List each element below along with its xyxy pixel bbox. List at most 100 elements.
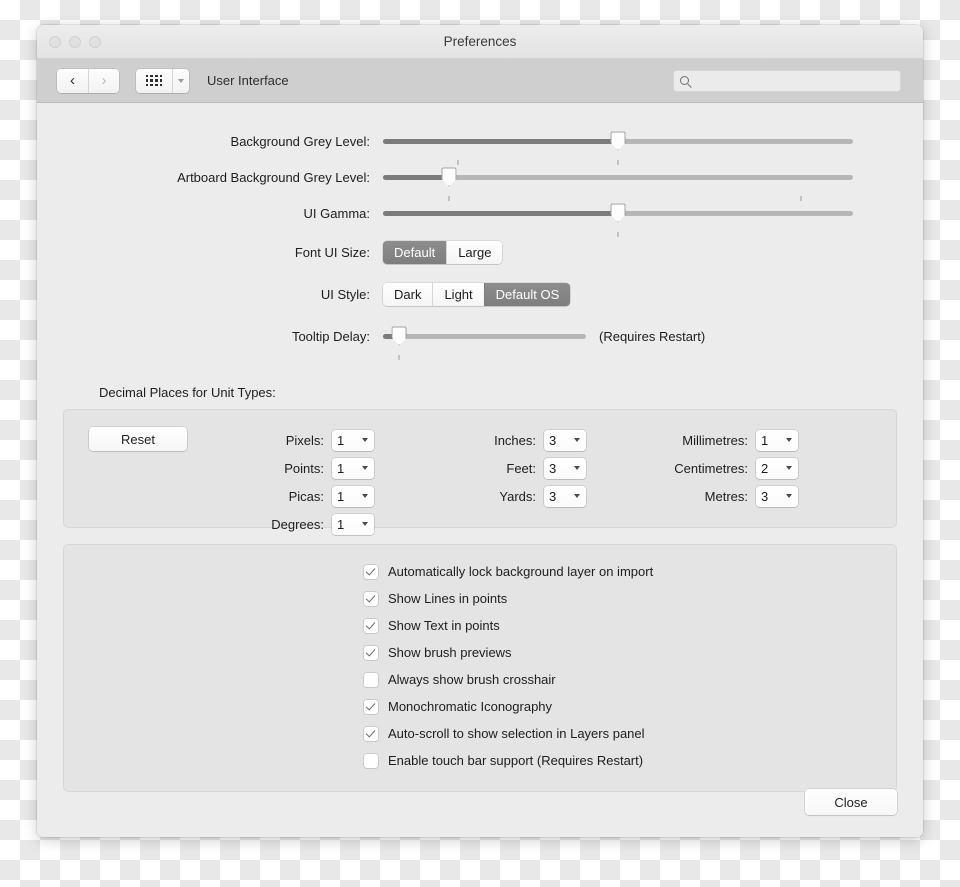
search-input[interactable]: [694, 73, 894, 88]
slider-fill: [383, 138, 618, 144]
checkbox-row-monochromatic-iconography[interactable]: Monochromatic Iconography: [364, 693, 896, 720]
slider-thumb[interactable]: [610, 203, 626, 223]
forward-button[interactable]: ›: [88, 68, 119, 93]
unit-row-millimetres: Millimetres: 1: [638, 426, 850, 454]
label-metres: Metres:: [704, 488, 748, 504]
slider-track[interactable]: [383, 167, 853, 201]
grid-view-button[interactable]: [136, 68, 172, 93]
checkbox-show-lines-in-points[interactable]: [364, 591, 378, 606]
slider-track[interactable]: [383, 131, 853, 165]
segment-style-light[interactable]: Light: [432, 282, 484, 306]
label-yards: Yards:: [499, 488, 536, 504]
checkbox-show-brush-previews[interactable]: [364, 645, 378, 660]
slider-tick: [800, 195, 802, 201]
select-picas-value: 1: [337, 488, 345, 504]
preferences-content: Background Grey Level: Artboard Backgrou…: [37, 103, 923, 837]
unit-columns: Pixels: 1 Points: 1 Picas: 1 Degrees: 1 …: [64, 426, 896, 538]
unit-row-picas: Picas: 1: [214, 482, 426, 510]
slider-tooltip-delay[interactable]: [383, 325, 586, 360]
slider-background-grey-level[interactable]: [383, 130, 853, 165]
search-field[interactable]: [673, 69, 901, 92]
slider-thumb[interactable]: [610, 131, 626, 151]
label-pixels: Pixels:: [285, 432, 324, 448]
unit-row-pixels: Pixels: 1: [214, 426, 426, 454]
select-metres[interactable]: 3: [756, 485, 798, 507]
chevron-right-icon: ›: [101, 72, 107, 89]
segment-font-large[interactable]: Large: [446, 240, 503, 264]
segmented-font-ui-size: Default Large: [383, 240, 503, 264]
row-tooltip-delay: Tooltip Delay: (Requires Restart): [63, 315, 897, 360]
select-feet[interactable]: 3: [544, 457, 586, 479]
checkbox-label: Always show brush crosshair: [388, 672, 556, 687]
checkbox-row-show-text-in-points[interactable]: Show Text in points: [364, 612, 896, 639]
chevron-down-icon: [786, 466, 792, 470]
reset-button[interactable]: Reset: [89, 427, 187, 451]
label-inches: Inches:: [494, 432, 536, 448]
select-millimetres-value: 1: [761, 432, 769, 448]
chevron-down-icon: [362, 522, 368, 526]
checkbox-always-show-brush-crosshair[interactable]: [364, 672, 378, 687]
label-picas: Picas:: [288, 488, 324, 504]
slider-ui-gamma[interactable]: [383, 202, 853, 237]
select-inches[interactable]: 3: [544, 429, 586, 451]
unit-column-3: Millimetres: 1 Centimetres: 2 Metres: 3: [638, 426, 850, 538]
checkbox-row-always-show-brush-crosshair[interactable]: Always show brush crosshair: [364, 666, 896, 693]
segment-style-dark[interactable]: Dark: [383, 282, 433, 306]
select-centimetres-value: 2: [761, 460, 769, 476]
checkbox-monochromatic-iconography[interactable]: [364, 699, 378, 714]
toolbar: ‹ › User Interface: [37, 59, 923, 103]
select-picas[interactable]: 1: [332, 485, 374, 507]
label-degrees: Degrees:: [271, 516, 324, 532]
checkbox-label: Monochromatic Iconography: [388, 699, 553, 714]
back-button[interactable]: ‹: [57, 68, 88, 93]
select-points[interactable]: 1: [332, 457, 374, 479]
label-font-ui-size: Font UI Size:: [294, 244, 370, 260]
row-ui-style: UI Style: Dark Light Default OS: [63, 273, 897, 315]
checkbox-row-auto-scroll-layers[interactable]: Auto-scroll to show selection in Layers …: [364, 720, 896, 747]
select-pixels[interactable]: 1: [332, 429, 374, 451]
checkbox-auto-scroll-layers[interactable]: [364, 726, 378, 741]
checkbox-enable-touch-bar[interactable]: [364, 753, 378, 768]
select-feet-value: 3: [549, 460, 557, 476]
view-mode-dropdown-button[interactable]: [172, 68, 189, 93]
unit-row-inches: Inches: 3: [426, 426, 638, 454]
chevron-down-icon: [362, 494, 368, 498]
preferences-window: Preferences ‹ › User Interface Backgroun…: [37, 25, 923, 837]
slider-thumb[interactable]: [441, 167, 457, 187]
slider-artboard-background-grey-level[interactable]: [383, 166, 853, 201]
select-metres-value: 3: [761, 488, 769, 504]
segment-font-default[interactable]: Default: [383, 240, 447, 264]
toolbar-section-title: User Interface: [207, 73, 289, 88]
window-titlebar: Preferences: [37, 25, 923, 59]
chevron-left-icon: ‹: [70, 72, 75, 89]
select-centimetres[interactable]: 2: [756, 457, 798, 479]
chevron-down-icon: [786, 494, 792, 498]
select-millimetres[interactable]: 1: [756, 429, 798, 451]
decimal-places-panel: Reset Pixels: 1 Points: 1 Picas: 1 Degre…: [63, 409, 897, 535]
close-button[interactable]: Close: [805, 789, 897, 815]
row-font-ui-size: Font UI Size: Default Large: [63, 231, 897, 273]
checkbox-row-auto-lock-background[interactable]: Automatically lock background layer on i…: [364, 558, 896, 585]
row-background-grey-level: Background Grey Level:: [63, 123, 897, 165]
select-yards-value: 3: [549, 488, 557, 504]
checkbox-show-text-in-points[interactable]: [364, 618, 378, 633]
view-mode-group: [136, 68, 189, 93]
slider-fill: [383, 210, 618, 216]
checkbox-row-show-lines-in-points[interactable]: Show Lines in points: [364, 585, 896, 612]
slider-track[interactable]: [383, 203, 853, 237]
slider-track[interactable]: [383, 326, 586, 360]
chevron-down-icon: [362, 438, 368, 442]
checkbox-label: Show Text in points: [388, 618, 500, 633]
checkbox-label: Auto-scroll to show selection in Layers …: [388, 726, 645, 741]
label-millimetres: Millimetres:: [682, 432, 748, 448]
segment-style-default-os[interactable]: Default OS: [483, 282, 571, 306]
tooltip-restart-note: (Requires Restart): [599, 328, 706, 344]
checkbox-row-show-brush-previews[interactable]: Show brush previews: [364, 639, 896, 666]
checkbox-row-enable-touch-bar[interactable]: Enable touch bar support (Requires Resta…: [364, 747, 896, 774]
select-yards[interactable]: 3: [544, 485, 586, 507]
select-degrees[interactable]: 1: [332, 513, 374, 535]
unit-row-feet: Feet: 3: [426, 454, 638, 482]
checkbox-label: Automatically lock background layer on i…: [388, 564, 654, 579]
slider-thumb[interactable]: [391, 326, 407, 346]
checkbox-auto-lock-background[interactable]: [364, 564, 378, 579]
